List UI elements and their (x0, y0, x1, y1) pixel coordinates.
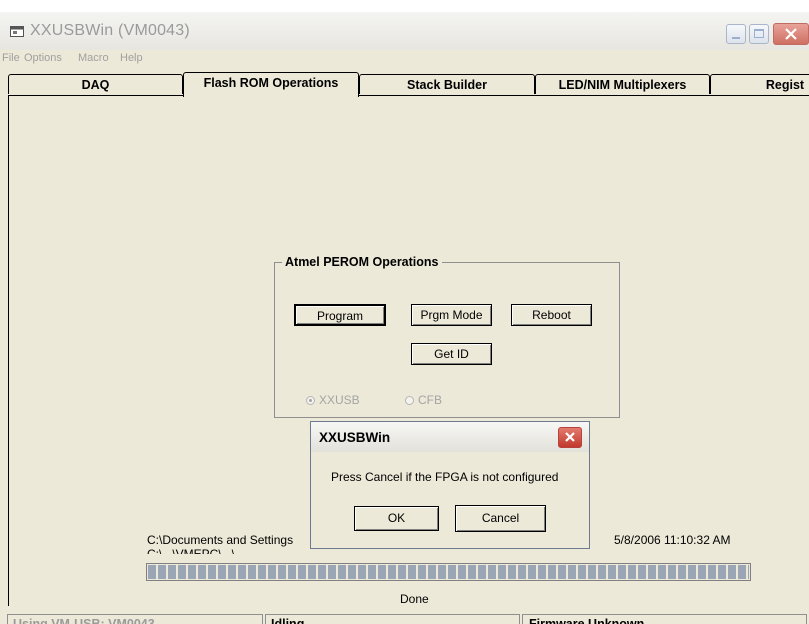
file-path: C:\Documents and Settings (147, 533, 294, 547)
tab-stack-builder[interactable]: Stack Builder (359, 74, 535, 94)
radio-cfb[interactable]: CFB (405, 393, 442, 407)
cancel-button[interactable]: Cancel (455, 505, 546, 532)
dialog-close-button[interactable] (558, 427, 582, 448)
maximize-icon (754, 29, 764, 38)
ok-button[interactable]: OK (354, 506, 439, 531)
radio-cfb-indicator[interactable] (405, 396, 414, 405)
radio-xxusb-indicator[interactable] (306, 396, 315, 405)
panel-border (8, 96, 9, 606)
tab-flash-rom-operations[interactable]: Flash ROM Operations (183, 72, 359, 97)
perom-group-title: Atmel PEROM Operations (282, 255, 442, 269)
program-button[interactable]: Program (294, 304, 386, 326)
prgm-mode-button[interactable]: Prgm Mode (411, 304, 492, 326)
file-path-continued: C:\...\VMEPC\...\... (147, 547, 246, 554)
tab-registers[interactable]: Regist (710, 74, 809, 94)
tab-divider (8, 95, 809, 96)
close-button[interactable] (773, 23, 809, 45)
status-state: Idling (265, 614, 520, 624)
reboot-button[interactable]: Reboot (511, 304, 592, 326)
timestamp: 5/8/2006 11:10:32 AM (614, 533, 731, 547)
dialog-title: XXUSBWin (319, 430, 391, 445)
close-icon (785, 28, 797, 40)
minimize-button[interactable] (726, 24, 746, 44)
maximize-button[interactable] (749, 24, 769, 44)
radio-xxusb[interactable]: XXUSB (306, 393, 360, 407)
dialog-message: Press Cancel if the FPGA is not configur… (331, 470, 559, 484)
tab-daq[interactable]: DAQ (8, 74, 183, 94)
confirm-dialog: XXUSBWin Press Cancel if the FPGA is not… (310, 421, 590, 549)
progress-status: Done (400, 592, 429, 606)
close-icon (565, 432, 575, 442)
radio-cfb-label: CFB (418, 393, 442, 407)
get-id-button[interactable]: Get ID (411, 343, 492, 365)
menu-help[interactable]: Help (120, 52, 143, 64)
status-firmware: Firmware Unknown (522, 614, 807, 624)
progress-bar (146, 563, 751, 581)
title-bar[interactable]: XXUSBWin (VM0043) (0, 12, 809, 50)
dialog-title-bar[interactable]: XXUSBWin (311, 422, 589, 452)
app-icon (10, 26, 24, 37)
menu-options[interactable]: Options (24, 52, 62, 64)
menu-macro[interactable]: Macro (78, 52, 109, 64)
menu-file[interactable]: File (2, 52, 20, 64)
tab-bar: DAQ Flash ROM Operations Stack Builder L… (0, 70, 809, 97)
minimize-icon (732, 37, 740, 39)
radio-xxusb-label: XXUSB (319, 393, 360, 407)
status-connection: Using VM-USB; VM0043 (7, 614, 263, 624)
tab-led-nim-multiplexers[interactable]: LED/NIM Multiplexers (535, 74, 710, 94)
menu-bar: File Options Macro Help (0, 50, 809, 68)
window-title: XXUSBWin (VM0043) (30, 22, 190, 39)
progress-fill (148, 565, 749, 579)
status-bar: Using VM-USB; VM0043 Idling Firmware Unk… (0, 612, 809, 624)
